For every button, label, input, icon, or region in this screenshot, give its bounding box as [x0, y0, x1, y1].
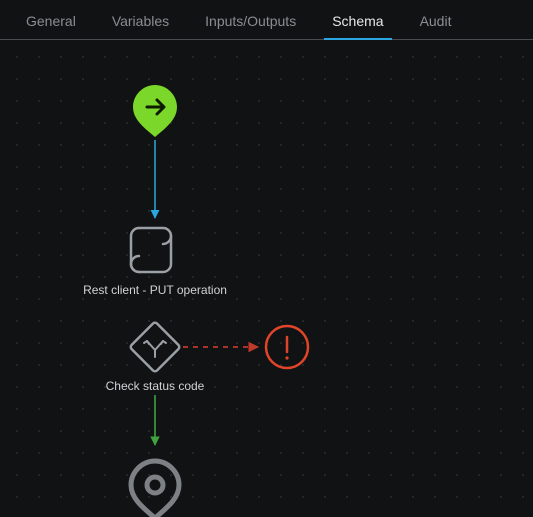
tab-general[interactable]: General — [8, 3, 94, 39]
script-node[interactable] — [131, 228, 171, 272]
scroll-icon — [131, 228, 171, 272]
script-node-label: Rest client - PUT operation — [75, 282, 235, 298]
tabs-bar: General Variables Inputs/Outputs Schema … — [0, 0, 533, 40]
workflow-svg — [0, 40, 533, 517]
tab-inputs-outputs[interactable]: Inputs/Outputs — [187, 3, 314, 39]
end-node[interactable] — [131, 461, 179, 517]
workflow-canvas[interactable]: Rest client - PUT operation Check status… — [0, 40, 533, 517]
target-icon — [147, 477, 163, 493]
decision-node-label: Check status code — [75, 378, 235, 394]
error-node[interactable] — [266, 326, 308, 368]
tab-variables[interactable]: Variables — [94, 3, 187, 39]
branch-icon — [144, 341, 166, 357]
tab-audit[interactable]: Audit — [402, 3, 470, 39]
tab-schema[interactable]: Schema — [314, 3, 401, 39]
decision-node[interactable] — [130, 322, 181, 373]
start-node[interactable] — [133, 85, 177, 137]
